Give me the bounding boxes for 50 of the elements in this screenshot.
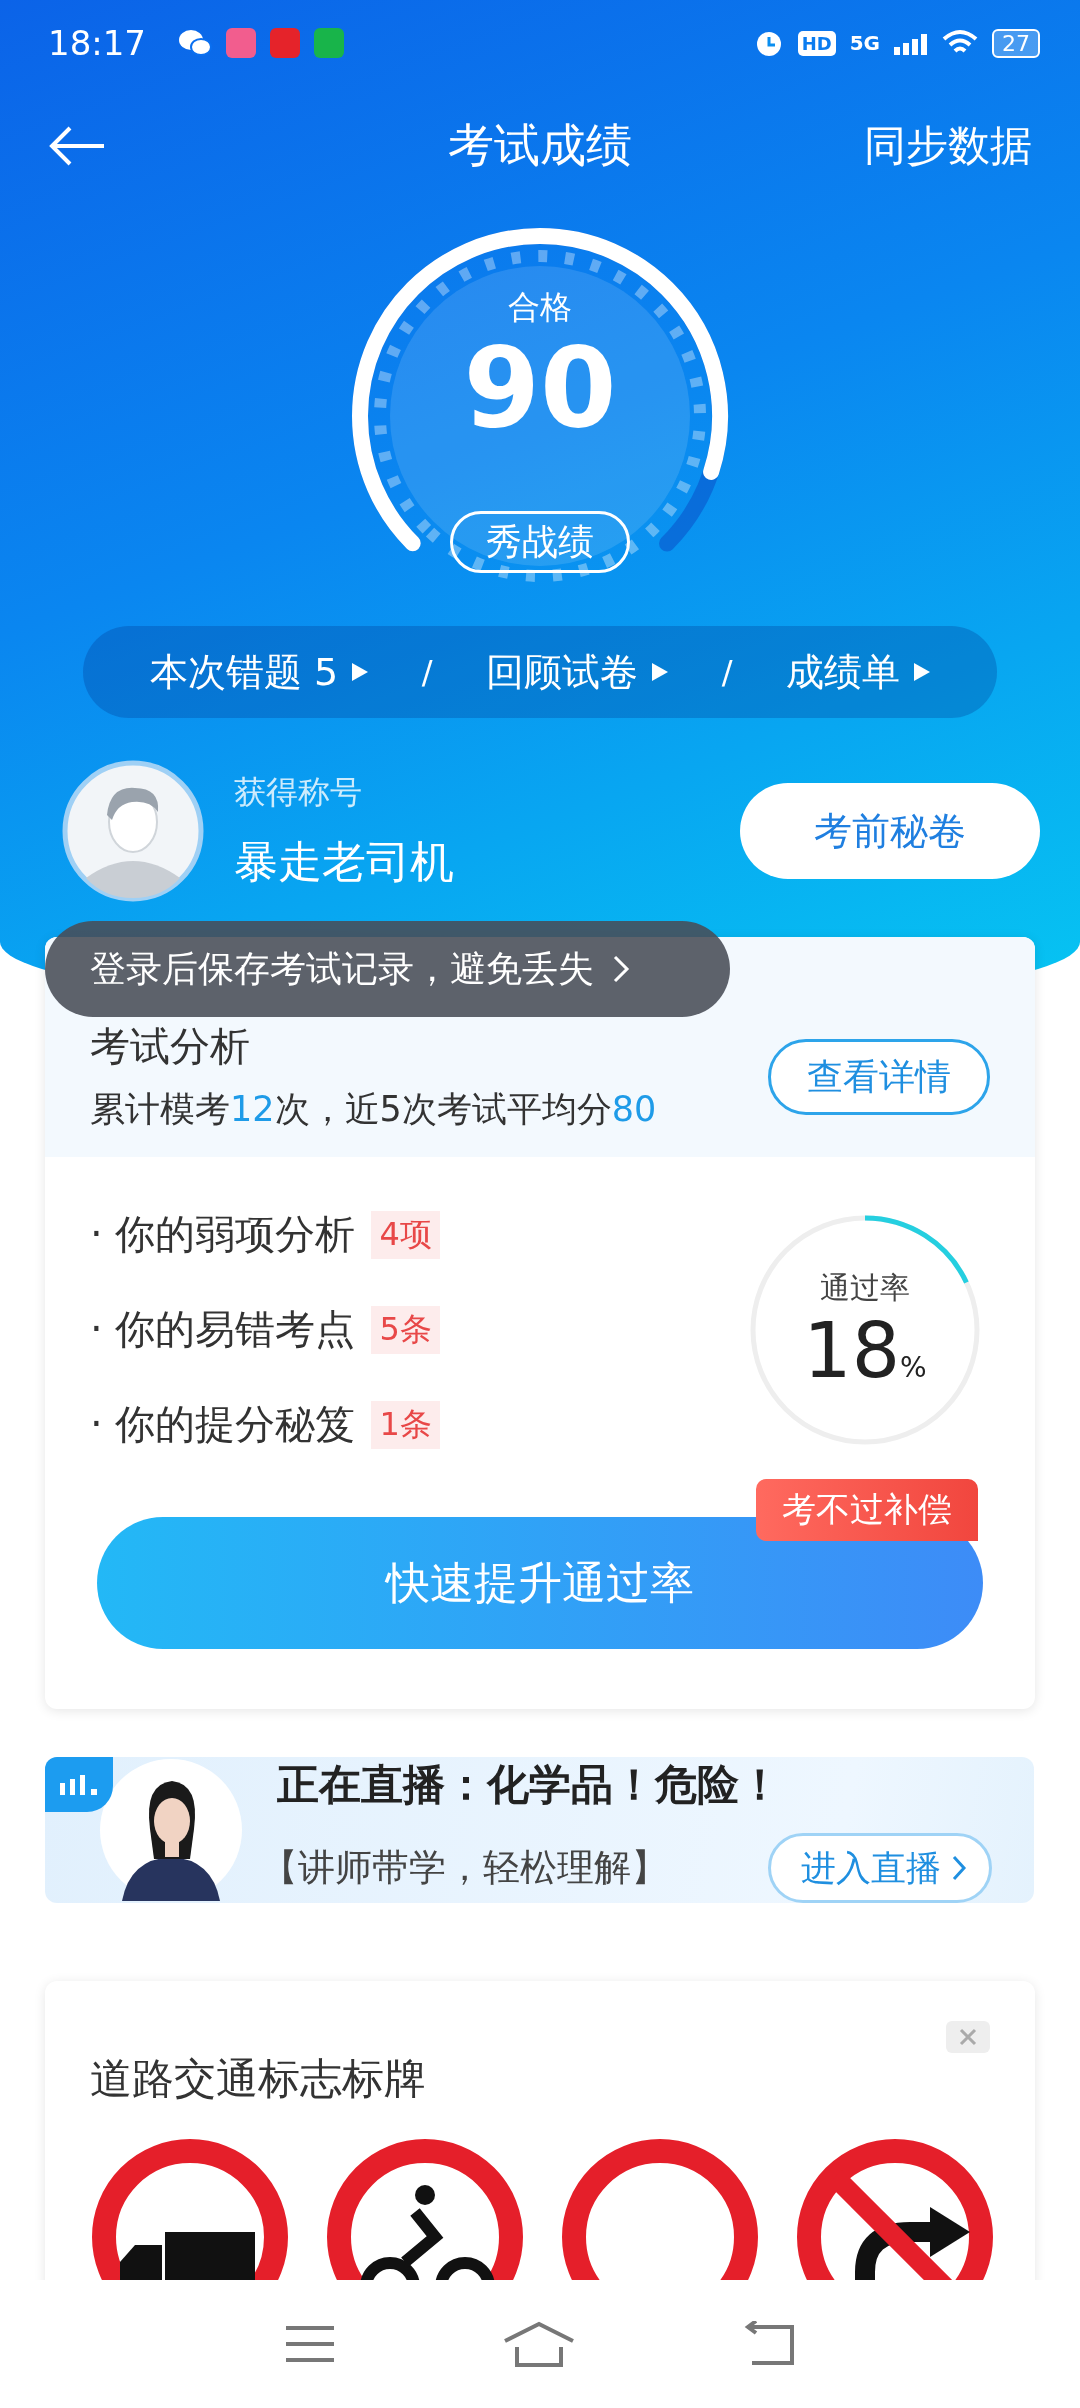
back-icon[interactable] — [742, 2321, 797, 2367]
analysis-item[interactable]: · 你的弱项分析 — [90, 1207, 356, 1262]
separator-slash: / — [721, 653, 733, 691]
live-subtitle: 【讲师带学，轻松理解】 — [261, 1845, 668, 1891]
card-title: 道路交通标志标牌 — [90, 2053, 426, 2105]
separator-slash: / — [421, 653, 433, 691]
share-score-button[interactable]: 秀战绩 — [450, 511, 630, 573]
earned-title: 暴走老司机 — [234, 834, 455, 889]
enter-live-button[interactable]: 进入直播 — [768, 1833, 992, 1903]
hd-indicator: HD — [797, 30, 836, 56]
triangle-icon — [914, 663, 931, 681]
home-icon[interactable] — [503, 2321, 575, 2367]
analysis-item[interactable]: · 你的易错考点 — [90, 1302, 356, 1357]
status-time: 18:17 — [48, 23, 146, 63]
quick-link[interactable]: 成绩单 — [786, 646, 931, 698]
app-icon — [226, 28, 256, 58]
menu-icon[interactable] — [283, 2324, 336, 2364]
count-tag: 4项 — [371, 1210, 440, 1259]
card-title: 考试分析 — [90, 1022, 251, 1071]
live-title: 正在直播：化学品！危险！ — [277, 1759, 782, 1811]
page-title: 考试成绩 — [448, 117, 632, 174]
view-details-button[interactable]: 查看详情 — [768, 1039, 990, 1115]
count-tag: 5条 — [371, 1305, 440, 1354]
tooltip-text: 登录后保存考试记录，避免丢失 — [90, 946, 594, 991]
back-arrow-icon[interactable] — [48, 126, 106, 166]
chevron-right-icon — [951, 1854, 967, 1882]
compensation-badge: 考不过补偿 — [756, 1479, 978, 1541]
bars-icon — [60, 1774, 98, 1795]
quick-link[interactable]: 回顾试卷 — [486, 646, 669, 698]
percent-unit: % — [900, 1350, 927, 1384]
secret-paper-button[interactable]: 考前秘卷 — [740, 783, 1040, 879]
quick-link[interactable]: 本次错题 5 — [149, 646, 369, 698]
title-caption: 获得称号 — [234, 771, 363, 813]
pass-rate-value: 18 — [803, 1305, 901, 1395]
sync-data-link[interactable]: 同步数据 — [864, 118, 1032, 174]
live-banner[interactable]: 正在直播：化学品！危险！ 【讲师带学，轻松理解】 进入直播 — [45, 1757, 1034, 1903]
chat-app-icon — [178, 28, 212, 58]
exam-summary: 累计模考12次，近5次考试平均分80 — [90, 1088, 657, 1131]
triangle-icon — [352, 663, 369, 681]
triangle-icon — [652, 663, 669, 681]
network-label: 5G — [849, 31, 880, 55]
pass-rate-label: 通过率 — [819, 1268, 911, 1307]
count-tag: 1条 — [371, 1400, 440, 1449]
signal-icon — [894, 31, 928, 55]
app-icon — [270, 28, 300, 58]
chevron-right-icon — [612, 954, 630, 984]
analysis-item[interactable]: · 你的提分秘笈 — [90, 1397, 356, 1452]
battery-indicator: 27 — [992, 28, 1040, 58]
app-icon — [314, 28, 344, 58]
login-tooltip[interactable]: 登录后保存考试记录，避免丢失 — [45, 921, 730, 1017]
